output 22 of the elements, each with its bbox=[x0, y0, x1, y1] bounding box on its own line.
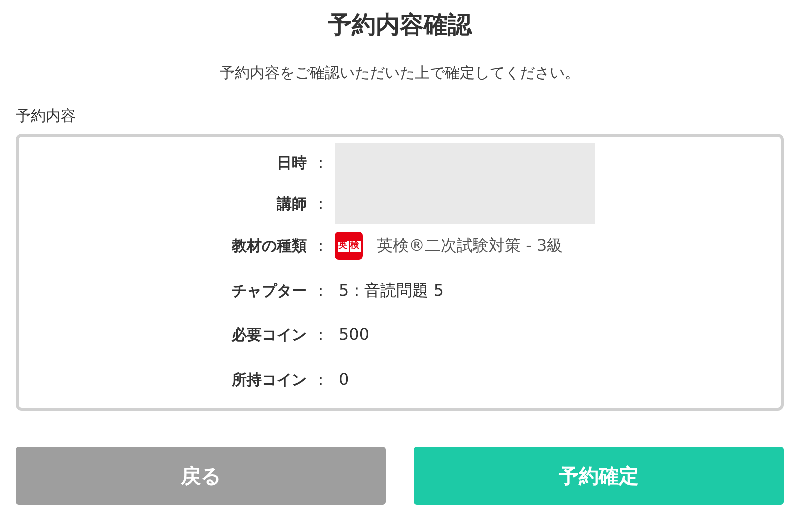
colon: : bbox=[317, 153, 325, 174]
field-label: 日時 bbox=[276, 153, 307, 174]
eiken-logo-icon: 英 検 bbox=[335, 232, 363, 260]
page-title: 予約内容確認 bbox=[328, 10, 472, 41]
field-label: 必要コイン bbox=[230, 325, 307, 346]
colon: : bbox=[317, 280, 325, 302]
instruction-text: 予約内容をご確認いただいた上で確定してください。 bbox=[220, 63, 580, 84]
section-label: 予約内容 bbox=[16, 106, 76, 126]
colon: : bbox=[317, 236, 325, 258]
material-name: 英検®二次試験対策 - 3級 bbox=[377, 235, 564, 258]
field-label: 所持コイン bbox=[230, 370, 307, 390]
colon: : bbox=[317, 325, 325, 346]
back-button[interactable]: 戻る bbox=[16, 447, 386, 505]
confirm-button[interactable]: 予約確定 bbox=[414, 447, 784, 505]
colon: : bbox=[317, 370, 325, 390]
field-value: 5 : 音読問題 5 bbox=[338, 280, 444, 302]
field-label: 講師 bbox=[276, 194, 307, 215]
field-value: 500 bbox=[338, 324, 370, 346]
field-value: 0 bbox=[338, 368, 350, 391]
colon: : bbox=[317, 194, 325, 215]
field-label: チャプター bbox=[231, 280, 307, 302]
field-label: 教材の種類 bbox=[230, 236, 307, 258]
